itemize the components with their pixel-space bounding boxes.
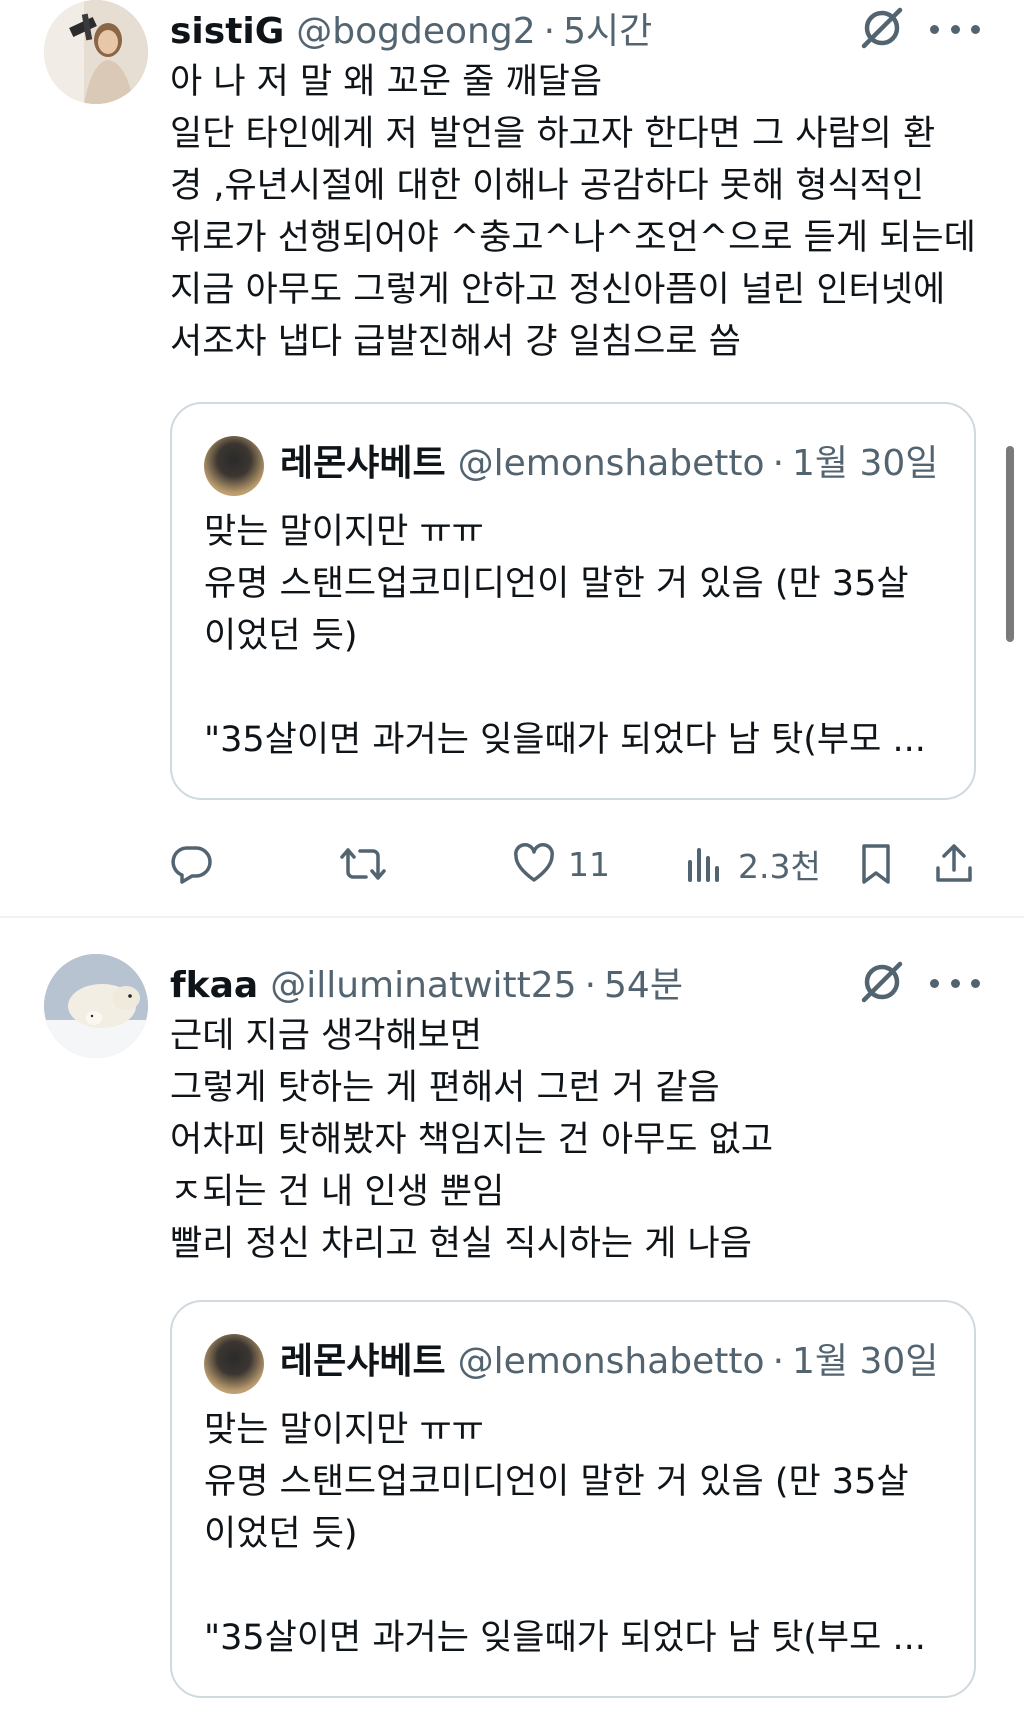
author-handle[interactable]: @illuminatwitt25 — [270, 965, 576, 1006]
quote-separator: · — [772, 1341, 785, 1382]
more-icon[interactable] — [930, 958, 980, 1008]
quote-author-name: 레몬샤베트 — [280, 443, 446, 484]
quote-author-name: 레몬샤베트 — [280, 1341, 446, 1382]
share-icon — [936, 844, 972, 882]
quote-avatar[interactable] — [204, 436, 264, 496]
grok-icon[interactable] — [858, 4, 906, 52]
tweet-text-line: 일단 타인에게 저 발언을 하고자 한다면 그 사람의 환 — [170, 114, 936, 154]
bookmark-icon — [862, 844, 890, 884]
tweet-text-line: 빨리 정신 차리고 현실 직시하는 게 나음 — [170, 1224, 752, 1264]
tweet-text: 근데 지금 생각해보면 그렇게 탓하는 게 편해서 그런 거 같음 어차피 탓해… — [170, 1010, 990, 1270]
quote-author-handle: @lemonshabetto — [457, 443, 765, 484]
author-name[interactable]: fkaa — [170, 965, 258, 1006]
quote-author-handle: @lemonshabetto — [457, 1341, 765, 1382]
tweet-time[interactable]: 5시간 — [563, 2, 652, 54]
tweet-header: sistiG @bogdeong2 · 5시간 — [170, 2, 652, 52]
quote-text-line: 이었던 듯) — [204, 1514, 358, 1554]
tweet-text-line: 그렇게 탓하는 게 편해서 그런 거 같음 — [170, 1068, 720, 1108]
retweet-icon — [340, 848, 386, 880]
quoted-tweet[interactable]: 레몬샤베트 @lemonshabetto · 1월 30일 맞는 말이지만 ㅠㅠ… — [170, 1300, 976, 1698]
quote-separator: · — [772, 443, 785, 484]
tweet-text-line: 근데 지금 생각해보면 — [170, 1016, 483, 1056]
like-count: 11 — [568, 844, 610, 884]
quote-header: 레몬샤베트 @lemonshabetto · 1월 30일 — [280, 1332, 938, 1384]
quote-header: 레몬샤베트 @lemonshabetto · 1월 30일 — [280, 434, 938, 486]
views-icon — [688, 848, 719, 882]
quote-text-line — [204, 662, 964, 714]
tweet-text-line: 서조차 냅다 급발진해서 걍 일침으로 씀 — [170, 322, 741, 362]
avatar[interactable] — [44, 954, 148, 1058]
quote-time: 1월 30일 — [792, 443, 939, 484]
quote-text: 맞는 말이지만 ㅠㅠ 유명 스탠드업코미디언이 말한 거 있음 (만 35살 이… — [204, 1404, 964, 1664]
tweet-text-line: 지금 아무도 그렇게 안하고 정신아픔이 널린 인터넷에 — [170, 270, 946, 310]
tweet-text-line: 경 ,유년시절에 대한 이해나 공감하다 못해 형식적인 — [170, 166, 925, 206]
bookmark-button[interactable] — [854, 840, 898, 888]
share-button[interactable] — [932, 840, 976, 888]
tweet[interactable]: fkaa @illuminatwitt25 · 54분 근데 지금 생각해보면 … — [0, 916, 1024, 1723]
retweet-button[interactable] — [338, 840, 400, 888]
tweet-time[interactable]: 54분 — [604, 956, 683, 1008]
tweet-header: fkaa @illuminatwitt25 · 54분 — [170, 956, 683, 1006]
grok-icon[interactable] — [858, 958, 906, 1006]
tweet-text-line: ㅈ되는 건 내 인생 뿐임 — [170, 1172, 505, 1212]
quote-text-line — [204, 1560, 964, 1612]
quote-text-line: 유명 스탠드업코미디언이 말한 거 있음 (만 35살 — [204, 1462, 909, 1502]
header-separator: · — [543, 11, 556, 52]
tweet-text-line: 어차피 탓해봤자 책임지는 건 아무도 없고 — [170, 1120, 774, 1160]
author-name[interactable]: sistiG — [170, 11, 284, 52]
heart-icon — [514, 843, 554, 882]
tweet-text-line: 위로가 선행되어야 ^충고^나^조언^으로 듣게 되는데 — [170, 218, 976, 258]
views-button[interactable]: 2.3천 — [682, 840, 821, 888]
quote-avatar[interactable] — [204, 1334, 264, 1394]
quote-text-line: "35살이면 과거는 잊을때가 되었다 남 탓(부모 ... — [204, 1618, 926, 1658]
tweet[interactable]: sistiG @bogdeong2 · 5시간 아 나 저 말 왜 꼬운 줄 깨… — [0, 0, 1024, 916]
tweet-text-line: 아 나 저 말 왜 꼬운 줄 깨달음 — [170, 62, 603, 102]
quote-time: 1월 30일 — [792, 1341, 939, 1382]
action-bar: 11 2.3천 — [0, 834, 1024, 894]
quote-text-line: 유명 스탠드업코미디언이 말한 거 있음 (만 35살 — [204, 564, 909, 604]
quote-text: 맞는 말이지만 ㅠㅠ 유명 스탠드업코미디언이 말한 거 있음 (만 35살 이… — [204, 506, 964, 766]
more-icon[interactable] — [930, 4, 980, 54]
quote-text-line: 맞는 말이지만 ㅠㅠ — [204, 512, 484, 552]
tweet-text: 아 나 저 말 왜 꼬운 줄 깨달음 일단 타인에게 저 발언을 하고자 한다면… — [170, 56, 990, 368]
quote-text-line: 이었던 듯) — [204, 616, 358, 656]
header-separator: · — [584, 965, 597, 1006]
quote-text-line: 맞는 말이지만 ㅠㅠ — [204, 1410, 484, 1450]
quote-text-line: "35살이면 과거는 잊을때가 되었다 남 탓(부모 ... — [204, 720, 926, 760]
quoted-tweet[interactable]: 레몬샤베트 @lemonshabetto · 1월 30일 맞는 말이지만 ㅠㅠ… — [170, 402, 976, 800]
reply-icon — [171, 846, 212, 884]
avatar-photo — [44, 0, 148, 104]
reply-button[interactable] — [170, 840, 226, 888]
avatar-photo — [44, 954, 148, 1058]
author-handle[interactable]: @bogdeong2 — [296, 11, 535, 52]
avatar[interactable] — [44, 0, 148, 104]
like-button[interactable]: 11 — [512, 840, 610, 888]
views-count: 2.3천 — [738, 847, 821, 886]
scrollbar[interactable] — [1006, 446, 1014, 642]
